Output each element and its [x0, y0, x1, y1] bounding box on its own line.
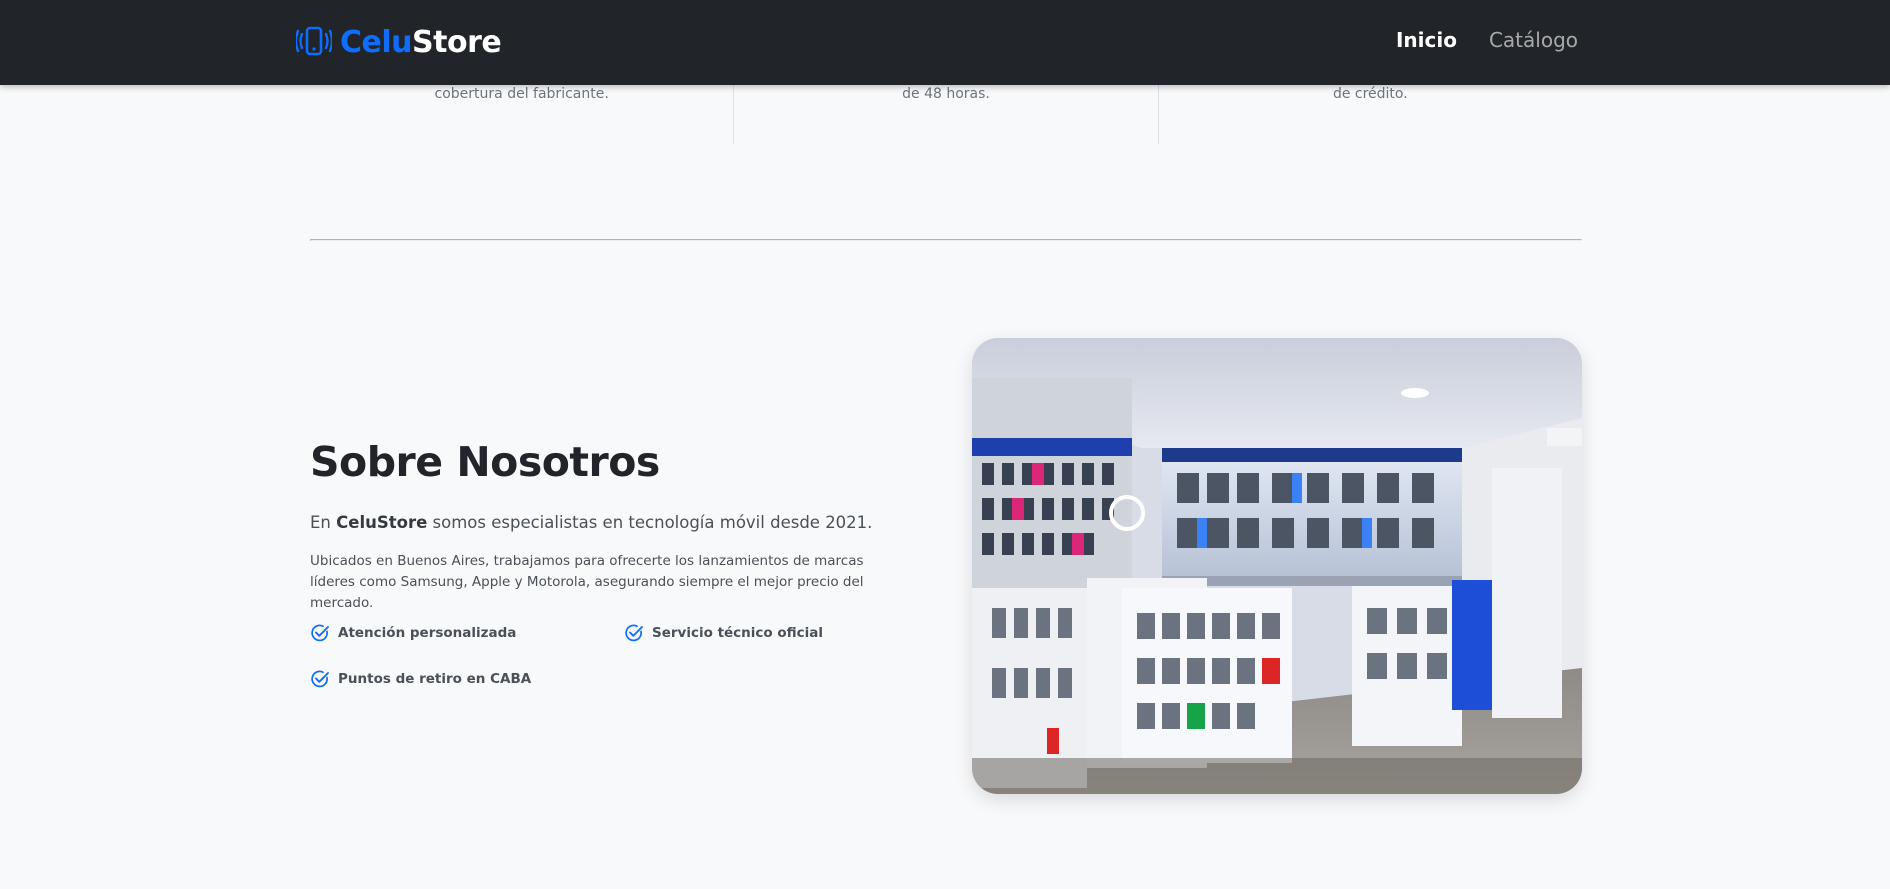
nav-link-catalogo[interactable]: Catálogo — [1489, 28, 1578, 52]
check-circle-icon — [311, 624, 329, 642]
brand-name-part2: Store — [412, 24, 502, 60]
check-label: Atención personalizada — [338, 625, 517, 641]
nav-link-inicio[interactable]: Inicio — [1396, 28, 1457, 52]
about-lead-prefix: En — [310, 513, 331, 532]
feature-text: cobertura del fabricante. — [434, 86, 609, 102]
about-title: Sobre Nosotros — [310, 438, 660, 486]
about-lead: En CeluStore somos especialistas en tecn… — [310, 513, 872, 532]
check-item-retiro: Puntos de retiro en CABA — [310, 669, 531, 689]
check-circle-icon — [311, 670, 329, 688]
store-photo — [972, 338, 1582, 794]
check-item-servicio: Servicio técnico oficial — [624, 623, 823, 643]
about-lead-suffix: somos especialistas en tecnología móvil … — [432, 513, 873, 532]
check-item-atencion: Atención personalizada — [310, 623, 516, 643]
check-label: Servicio técnico oficial — [652, 625, 824, 641]
about-description: Ubicados en Buenos Aires, trabajamos par… — [310, 553, 864, 611]
brand-name: CeluStore — [340, 24, 502, 60]
section-divider — [310, 239, 1582, 241]
phone-vibrate-icon — [296, 26, 332, 56]
check-circle-icon — [625, 624, 643, 642]
brand-logo-link[interactable]: CeluStore — [296, 22, 502, 62]
about-lead-brand: CeluStore — [336, 513, 428, 532]
feature-text: de 48 horas. — [902, 86, 990, 102]
brand-name-part1: Celu — [340, 24, 413, 60]
navbar: CeluStore Inicio Catálogo — [0, 0, 1890, 85]
feature-text: de crédito. — [1332, 86, 1408, 102]
nav-links: Inicio Catálogo — [1396, 28, 1578, 52]
store-interior-illustration — [972, 338, 1582, 794]
check-label: Puntos de retiro en CABA — [338, 671, 532, 687]
